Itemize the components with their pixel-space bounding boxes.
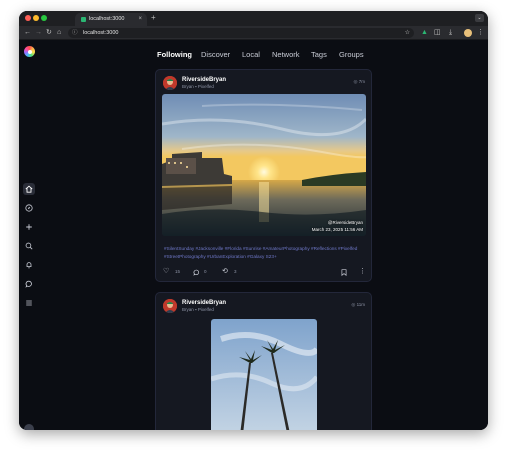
tab-tags[interactable]: Tags xyxy=(311,50,327,60)
post-time: ◎ 7m xyxy=(354,79,365,85)
post-card: RiversideBryan Bryan ▪ Pixelfed ◎ 11m xyxy=(155,292,372,430)
tab-following[interactable]: Following xyxy=(157,50,192,60)
post-actions: ♡ 15 0 ⟲ 3 ⋮ xyxy=(156,267,371,280)
bookmark-star-icon[interactable]: ☆ xyxy=(405,29,410,37)
comment-icon[interactable] xyxy=(193,267,200,280)
comment-count: 0 xyxy=(204,269,207,274)
post-author[interactable]: RiversideBryan xyxy=(182,299,226,307)
post-card: RiversideBryan Bryan ▪ Pixelfed ◎ 7m @Ri… xyxy=(155,69,372,282)
back-icon[interactable]: ← xyxy=(24,28,31,38)
author-handle: Bryan xyxy=(182,84,194,89)
post-image[interactable]: @RiversideBryan March 23, 2025 11:56 AM xyxy=(162,94,366,236)
site-info-icon[interactable]: ⓘ xyxy=(72,29,78,37)
home-icon[interactable] xyxy=(23,183,35,195)
post-image[interactable] xyxy=(211,319,317,430)
boost-icon[interactable]: ⟲ xyxy=(222,267,228,277)
app-logo[interactable] xyxy=(24,46,35,57)
tab-favicon-icon xyxy=(81,17,86,22)
post-author[interactable]: RiversideBryan xyxy=(182,76,226,84)
tab-network[interactable]: Network xyxy=(272,50,300,60)
search-icon[interactable] xyxy=(23,240,35,252)
globe-icon: ◎ xyxy=(353,79,358,84)
new-tab-button[interactable]: + xyxy=(151,14,156,22)
account-avatar[interactable] xyxy=(24,424,34,430)
image-date: March 23, 2025 11:56 AM xyxy=(311,227,363,232)
tab-search-button[interactable]: ⌄ xyxy=(475,14,484,22)
like-count: 15 xyxy=(175,269,181,274)
maximize-window-button[interactable] xyxy=(41,15,47,21)
tab-title: localhost:3000 xyxy=(89,16,125,22)
browser-window: localhost:3000 × + ⌄ ← → ↻ ⌂ ⓘ localhost… xyxy=(19,11,488,430)
avatar[interactable] xyxy=(163,299,177,313)
tab-local[interactable]: Local xyxy=(242,50,260,60)
post-source: Pixelfed xyxy=(197,84,214,89)
post-handle: Bryan ▪ Pixelfed xyxy=(182,84,214,89)
compass-icon[interactable] xyxy=(23,202,35,214)
post-time-text: 11m xyxy=(356,302,365,307)
author-handle: Bryan xyxy=(182,307,194,312)
heart-icon[interactable]: ♡ xyxy=(163,267,169,277)
image-watermark: @RiversideBryan xyxy=(327,220,363,225)
more-options-icon[interactable]: ⋮ xyxy=(359,267,366,277)
tab-groups[interactable]: Groups xyxy=(339,50,364,60)
globe-icon: ◎ xyxy=(351,302,356,307)
tab-strip: localhost:3000 × + ⌄ xyxy=(19,11,488,26)
tab-discover[interactable]: Discover xyxy=(201,50,230,60)
post-handle: Bryan ▪ Pixelfed xyxy=(182,307,214,312)
reload-icon[interactable]: ↻ xyxy=(46,28,52,38)
chat-icon[interactable] xyxy=(23,278,35,290)
address-bar[interactable]: ⓘ localhost:3000 ☆ xyxy=(68,28,414,38)
avatar[interactable] xyxy=(163,76,177,90)
menu-icon[interactable] xyxy=(23,297,35,309)
puzzle-icon[interactable]: ◫ xyxy=(434,28,441,38)
post-time-text: 7m xyxy=(358,79,365,84)
tab-close-icon[interactable]: × xyxy=(138,15,142,23)
page-content: Following Discover Local Network Tags Gr… xyxy=(19,41,488,430)
download-icon[interactable]: ⤓ xyxy=(449,28,452,38)
close-window-button[interactable] xyxy=(25,15,31,21)
plus-icon[interactable] xyxy=(23,221,35,233)
extension-icon[interactable]: ▲ xyxy=(421,28,428,38)
forward-icon[interactable]: → xyxy=(35,28,42,38)
bell-icon[interactable] xyxy=(23,259,35,271)
post-source: Pixelfed xyxy=(197,307,214,312)
boost-count: 3 xyxy=(234,269,237,274)
url-text: localhost:3000 xyxy=(83,30,119,36)
feed-nav: Following Discover Local Network Tags Gr… xyxy=(156,41,372,68)
browser-toolbar: ← → ↻ ⌂ ⓘ localhost:3000 ☆ ▲ ◫ ⤓ ⋮ xyxy=(19,26,488,40)
profile-avatar[interactable] xyxy=(464,29,472,37)
minimize-window-button[interactable] xyxy=(33,15,39,21)
post-time: ◎ 11m xyxy=(351,302,365,308)
browser-tab[interactable]: localhost:3000 × xyxy=(75,13,147,26)
post-tags[interactable]: #SilentSunday #Jacksonville #Florida #Su… xyxy=(164,245,368,261)
menu-icon[interactable]: ⋮ xyxy=(477,28,484,38)
home-icon[interactable]: ⌂ xyxy=(57,28,61,38)
bookmark-icon[interactable] xyxy=(341,267,347,280)
